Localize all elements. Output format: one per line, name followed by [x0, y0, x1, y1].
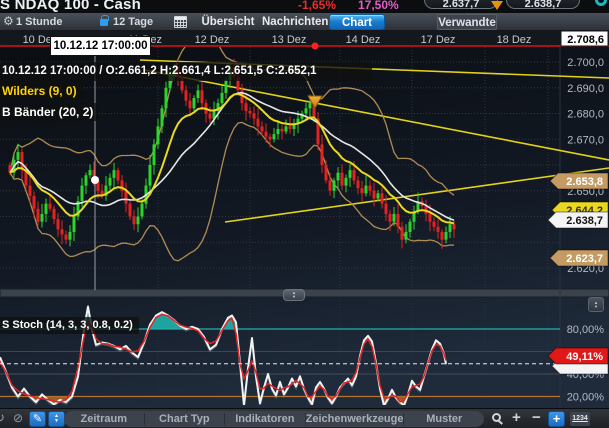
date-tooltip: 10.12.12 17:00:00	[50, 36, 151, 56]
zoom-in-button[interactable]: +	[512, 409, 521, 426]
chart-menu-bar: Zeitraum Chart Typ Indikatoren Zeichenwe…	[64, 411, 484, 427]
sort-tool-button[interactable]: ▲ ▼	[48, 411, 65, 427]
price-axis-label: 2.690,0	[567, 83, 604, 95]
wilders-indicator-label[interactable]: Wilders (9, 0)	[0, 82, 83, 100]
x-axis-label: 18 Dez	[497, 34, 532, 46]
interval-selector[interactable]: 1 Stunde	[16, 16, 62, 28]
menu-chart-typ[interactable]: Chart Typ	[145, 413, 226, 425]
lock-icon[interactable]	[100, 19, 108, 26]
tab-verwandte[interactable]: Verwandte	[437, 14, 497, 30]
change-percent: -1,65%	[298, 0, 336, 12]
tab-chart[interactable]: Chart	[329, 14, 385, 30]
panel-resize-handle[interactable]: ▲ ▼	[283, 289, 305, 301]
panel-scroll-button[interactable]: ▲ ▼	[588, 297, 604, 312]
svg-text:2.638,7: 2.638,7	[566, 215, 603, 227]
alert-handle-dot[interactable]	[312, 43, 319, 50]
range-selector[interactable]: 12 Tage	[113, 16, 153, 28]
down-arrow-icon: ▼	[292, 295, 296, 299]
price-axis-label: 2.680,0	[567, 109, 604, 121]
tab-nachrichten[interactable]: Nachrichten	[262, 14, 328, 30]
window-titlebar: S NDAQ 100 - Cash -1,65% 17,50% 2.637,7 …	[0, 0, 609, 13]
crosshair-tool-button[interactable]: +	[548, 411, 565, 427]
selected-point-dot	[91, 176, 99, 184]
down-arrow-icon: ▼	[54, 419, 59, 424]
ohlc-readout: 10.12.12 17:00:00 / O:2.661,2 H:2.661,4 …	[0, 62, 372, 81]
chart-toolbar: ⚙ 1 Stunde 12 Tage Übersicht Nachrichten…	[0, 13, 609, 31]
x-axis-label: 12 Dez	[195, 34, 230, 46]
gear-icon[interactable]: ⚙	[3, 14, 14, 28]
bollinger-indicator-label[interactable]: B Bänder (20, 2)	[0, 103, 99, 121]
zoom-icon[interactable]	[492, 413, 501, 422]
stoch-axis-label: 80,00%	[567, 324, 605, 336]
instrument-title: S NDAQ 100 - Cash	[0, 0, 141, 13]
price-axis-label: 2.700,0	[567, 57, 604, 69]
down-arrow-icon: ▼	[594, 305, 598, 309]
tab-uebersicht[interactable]: Übersicht	[199, 14, 257, 30]
svg-text:2.623,7: 2.623,7	[566, 253, 603, 265]
sell-button[interactable]: 2.637,7	[424, 0, 498, 9]
stoch-indicator-label[interactable]: S Stoch (14, 3, 3, 0.8, 0.2)	[0, 317, 139, 334]
x-axis-label: 14 Dez	[346, 34, 381, 46]
buy-arc-icon	[595, 0, 607, 6]
menu-zeitraum[interactable]: Zeitraum	[64, 413, 145, 425]
clear-drawings-icon[interactable]: ⊘	[13, 411, 23, 425]
x-axis-label: 17 Dez	[421, 34, 456, 46]
buy-button[interactable]: 2.638,7	[506, 0, 580, 9]
trading-chart-window: 10 Dez11 Dez12 Dez13 Dez14 Dez17 Dez18 D…	[0, 0, 609, 428]
price-axis-label: 2.670,0	[567, 134, 604, 146]
sell-arrow-icon	[491, 1, 503, 10]
x-axis-label: 13 Dez	[272, 34, 307, 46]
values-display-button[interactable]: 1234	[570, 412, 590, 426]
menu-zeichenwerkzeuge[interactable]: Zeichenwerkzeuge	[306, 413, 405, 425]
svg-text:49,11%: 49,11%	[566, 351, 603, 363]
range-percent: 17,50%	[358, 0, 399, 12]
undo-icon[interactable]: ↻	[0, 410, 5, 426]
zoom-out-button[interactable]: −	[532, 409, 541, 426]
menu-indikatoren[interactable]: Indikatoren	[225, 413, 306, 425]
stoch-axis-label: 20,00%	[567, 392, 605, 404]
svg-text:2.653,8: 2.653,8	[566, 176, 603, 188]
draw-tool-button[interactable]: ✎	[29, 411, 46, 427]
bottom-toolbar: ↻ ⊘ ✎ ▲ ▼ Zeitraum Chart Typ Indikatoren…	[0, 408, 609, 428]
menu-muster[interactable]: Muster	[404, 413, 484, 425]
calendar-icon[interactable]	[174, 16, 187, 28]
alert-price-value: 2.708,6	[567, 34, 604, 46]
